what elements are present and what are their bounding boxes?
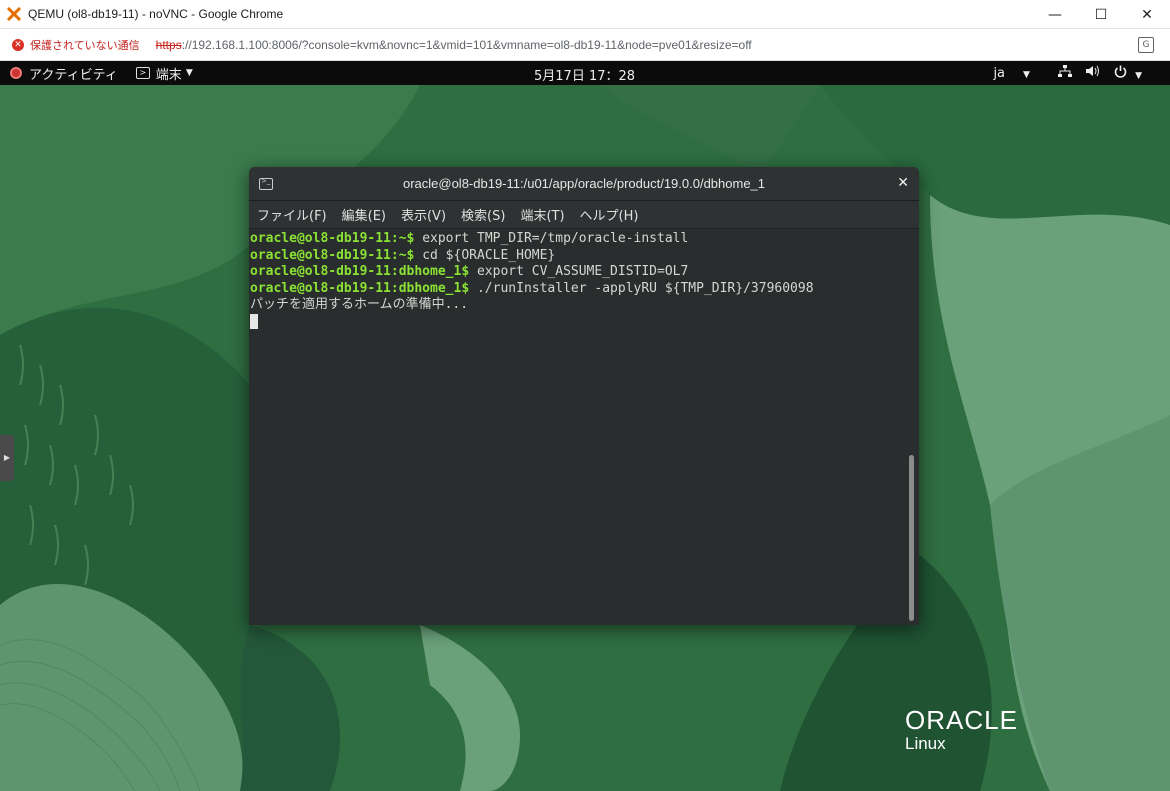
- clock[interactable]: 5月17日 17：28: [534, 65, 635, 84]
- terminal-icon: >: [135, 67, 150, 79]
- oracle-brand: ORACLE: [905, 705, 1018, 735]
- shell-prompt: oracle@ol8-db19-11:dbhome_1$: [250, 280, 470, 296]
- menu-view[interactable]: 表示(V): [401, 205, 446, 224]
- url-scheme: https: [155, 37, 182, 52]
- browser-titlebar: QEMU (ol8-db19-11) - noVNC - Google Chro…: [0, 0, 1170, 29]
- maximize-button[interactable]: ☐: [1078, 0, 1124, 29]
- terminal-line: oracle@ol8-db19-11:~$ cd ${ORACLE_HOME}: [250, 248, 911, 265]
- security-label: 保護されていない通信: [30, 38, 140, 52]
- window-title: QEMU (ol8-db19-11) - noVNC - Google Chro…: [28, 7, 284, 21]
- menu-search[interactable]: 検索(S): [461, 205, 505, 224]
- terminal-titlebar[interactable]: oracle@ol8-db19-11:/u01/app/oracle/produ…: [249, 167, 919, 201]
- terminal-icon[interactable]: [259, 177, 273, 190]
- shell-prompt: oracle@ol8-db19-11:~$: [250, 231, 415, 246]
- input-method[interactable]: ja ▼: [993, 66, 1044, 81]
- proxmox-x-icon: [6, 6, 22, 22]
- terminal-output[interactable]: oracle@ol8-db19-11:~$ export TMP_DIR=/tm…: [249, 229, 911, 625]
- volume-icon[interactable]: [1085, 65, 1100, 81]
- window-controls: — ☐ ✕: [1032, 0, 1170, 29]
- terminal-menubar: ファイル(F) 編集(E) 表示(V) 検索(S) 端末(T) ヘルプ(H): [249, 201, 919, 229]
- close-window-button[interactable]: ✕: [1124, 0, 1170, 29]
- lang-label: ja: [993, 65, 1006, 81]
- shell-prompt: oracle@ol8-db19-11:~$: [250, 247, 415, 263]
- menu-terminal[interactable]: 端末(T): [520, 205, 564, 224]
- command-text: ./runInstaller -applyRU ${TMP_DIR}/37960…: [469, 280, 814, 296]
- terminal-window[interactable]: oracle@ol8-db19-11:/u01/app/oracle/produ…: [249, 167, 919, 625]
- security-indicator[interactable]: ✕ 保護されていない通信: [12, 37, 140, 53]
- terminal-line: oracle@ol8-db19-11:dbhome_1$ ./runInstal…: [250, 281, 911, 298]
- chevron-down-icon: ▼: [1023, 69, 1030, 80]
- url-field[interactable]: https://192.168.1.100:8006/?console=kvm&…: [156, 38, 752, 52]
- linux-label: Linux: [905, 734, 946, 753]
- menu-file[interactable]: ファイル(F): [257, 205, 327, 224]
- app-menu[interactable]: > 端末 ▼: [135, 64, 193, 83]
- activities-label: アクティビティ: [29, 67, 118, 83]
- command-text: export TMP_DIR=/tmp/oracle-install: [414, 231, 689, 246]
- address-bar[interactable]: ✕ 保護されていない通信 https://192.168.1.100:8006/…: [0, 29, 1170, 61]
- command-text: cd ${ORACLE_HOME}: [414, 247, 556, 263]
- terminal-line: oracle@ol8-db19-11:dbhome_1$ export CV_A…: [250, 264, 911, 281]
- close-icon[interactable]: ✕: [897, 175, 909, 191]
- minimize-button[interactable]: —: [1032, 0, 1078, 29]
- oracle-linux-logo: ORACLE Linux: [905, 705, 1018, 754]
- insecure-icon: ✕: [12, 38, 24, 51]
- terminal-title: oracle@ol8-db19-11:/u01/app/oracle/produ…: [402, 176, 766, 191]
- command-text: export CV_ASSUME_DISTID=OL7: [469, 264, 689, 279]
- app-menu-label: 端末: [155, 67, 182, 83]
- terminal-output-line: パッチを適用するホームの準備中...: [250, 297, 469, 312]
- network-icon[interactable]: [1057, 65, 1072, 81]
- cursor-line: [250, 313, 911, 331]
- translate-icon[interactable]: G: [1138, 37, 1154, 53]
- system-tray: ja ▼ ▼: [993, 61, 1170, 85]
- terminal-scrollbar[interactable]: [908, 229, 916, 625]
- gnome-top-bar: アクティビティ > 端末 ▼ 5月17日 17：28 ja ▼ ▼: [0, 61, 1170, 85]
- menu-edit[interactable]: 編集(E): [342, 205, 386, 224]
- menu-help[interactable]: ヘルプ(H): [580, 205, 639, 224]
- scrollbar-thumb[interactable]: [909, 455, 914, 621]
- activities-icon: [10, 67, 22, 79]
- sidebar-handle[interactable]: ▶: [0, 435, 14, 481]
- power-icon[interactable]: ▼: [1114, 65, 1156, 82]
- terminal-line: oracle@ol8-db19-11:~$ export TMP_DIR=/tm…: [250, 231, 911, 248]
- shell-prompt: oracle@ol8-db19-11:dbhome_1$: [250, 264, 470, 279]
- url-rest: ://192.168.1.100:8006/?console=kvm&novnc…: [181, 37, 752, 52]
- chevron-down-icon: ▼: [1135, 70, 1142, 81]
- activities-button[interactable]: アクティビティ: [10, 64, 118, 83]
- chevron-down-icon: ▼: [185, 68, 193, 78]
- text-cursor: [250, 313, 258, 329]
